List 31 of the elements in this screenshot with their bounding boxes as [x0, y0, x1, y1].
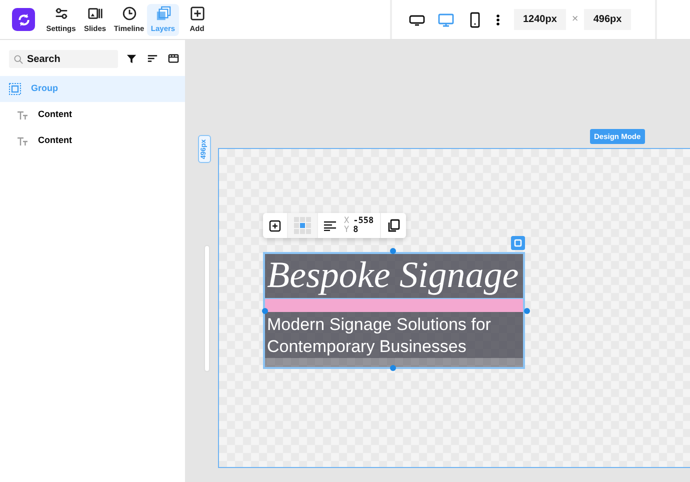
more-icon[interactable] — [496, 14, 500, 26]
selection-box[interactable]: Bespoke Signage Modern Signage Solutions for Contemporary Businesses — [263, 252, 525, 369]
add-icon[interactable] — [269, 220, 281, 232]
logo-icon — [12, 8, 35, 31]
clock-icon — [122, 6, 136, 20]
panel-icon[interactable] — [168, 52, 179, 64]
text-icon — [17, 110, 28, 120]
layer-item[interactable]: Content — [0, 102, 185, 128]
add-icon — [190, 6, 204, 20]
slides-icon — [88, 6, 102, 20]
y-coordinate: Y 8 — [344, 226, 360, 234]
copy-icon[interactable] — [386, 219, 400, 232]
selection-handle-icon[interactable] — [511, 236, 525, 250]
text-icon — [17, 136, 28, 146]
x-coordinate: X -558 — [344, 216, 374, 226]
heading-text: Bespoke Signage — [265, 254, 523, 299]
alignment-grid-icon[interactable] — [294, 217, 311, 234]
scrollbar[interactable] — [204, 245, 210, 372]
filter-icon[interactable] — [126, 52, 137, 64]
layer-item[interactable]: Content — [0, 128, 185, 154]
group-icon — [9, 83, 21, 95]
times-sign: × — [572, 12, 578, 28]
sort-icon[interactable] — [147, 52, 158, 64]
layers-icon — [156, 6, 170, 20]
height-field[interactable]: 496px — [584, 9, 631, 30]
sliders-icon — [54, 6, 68, 20]
width-field[interactable]: 1240px — [514, 9, 566, 30]
subtitle-text: Modern Signage Solutions for Contemporary Businesses — [265, 312, 523, 358]
search-field[interactable]: Search — [9, 50, 118, 68]
monitor-icon[interactable] — [438, 12, 454, 28]
align-left-icon[interactable] — [324, 220, 336, 230]
